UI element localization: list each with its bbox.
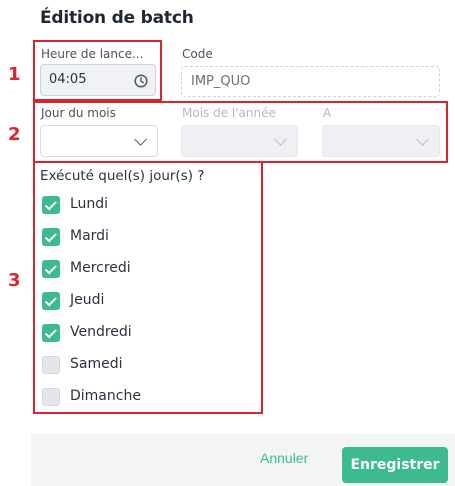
chevron-down-icon xyxy=(134,133,147,146)
time-field[interactable]: 04:05 xyxy=(40,64,156,96)
weekday-checkbox[interactable] xyxy=(42,196,60,214)
weekday-checkbox[interactable] xyxy=(42,228,60,246)
weekday-option-samedi[interactable]: Samedi xyxy=(42,355,242,375)
weekdays-label: Exécuté quel(s) jour(s) ? xyxy=(40,168,205,184)
weekday-checkbox[interactable] xyxy=(42,292,60,310)
weekday-checkbox[interactable] xyxy=(42,356,60,374)
weekday-option-dimanche[interactable]: Dimanche xyxy=(42,387,242,407)
weekday-label: Dimanche xyxy=(70,388,141,404)
time-field-value: 04:05 xyxy=(49,72,87,87)
weekday-label: Jeudi xyxy=(70,292,105,308)
day-of-month-label: Jour du mois xyxy=(41,106,116,120)
cancel-button[interactable]: Annuler xyxy=(260,450,308,466)
save-button[interactable]: Enregistrer xyxy=(342,447,448,483)
annotation-number-2: 2 xyxy=(8,124,21,145)
annotation-number-3: 3 xyxy=(8,270,21,291)
weekday-label: Vendredi xyxy=(70,324,132,340)
weekday-option-mercredi[interactable]: Mercredi xyxy=(42,259,242,279)
weekday-checkbox[interactable] xyxy=(42,260,60,278)
clock-icon[interactable] xyxy=(134,73,148,88)
dialog-title: Édition de batch xyxy=(40,8,194,28)
weekday-label: Mardi xyxy=(70,228,109,244)
weekday-option-lundi[interactable]: Lundi xyxy=(42,195,242,215)
time-field-label: Heure de lance... xyxy=(41,47,144,61)
chevron-down-icon xyxy=(416,133,429,146)
weekday-checkbox[interactable] xyxy=(42,324,60,342)
year-select[interactable] xyxy=(322,125,440,157)
weekday-option-vendredi[interactable]: Vendredi xyxy=(42,323,242,343)
weekday-option-jeudi[interactable]: Jeudi xyxy=(42,291,242,311)
code-field-label: Code xyxy=(182,47,213,61)
chevron-down-icon xyxy=(274,133,287,146)
year-label: A xyxy=(323,106,332,120)
weekday-label: Samedi xyxy=(70,356,123,372)
annotation-number-1: 1 xyxy=(8,64,21,85)
weekday-label: Mercredi xyxy=(70,260,131,276)
code-field-value: IMP_QUO xyxy=(191,74,251,89)
code-field[interactable]: IMP_QUO xyxy=(181,66,440,97)
weekday-label: Lundi xyxy=(70,196,109,212)
weekday-checkbox[interactable] xyxy=(42,388,60,406)
month-of-year-select[interactable] xyxy=(181,125,298,157)
day-of-month-select[interactable] xyxy=(40,125,158,157)
weekday-option-mardi[interactable]: Mardi xyxy=(42,227,242,247)
month-of-year-label: Mois de l'année xyxy=(182,106,276,120)
